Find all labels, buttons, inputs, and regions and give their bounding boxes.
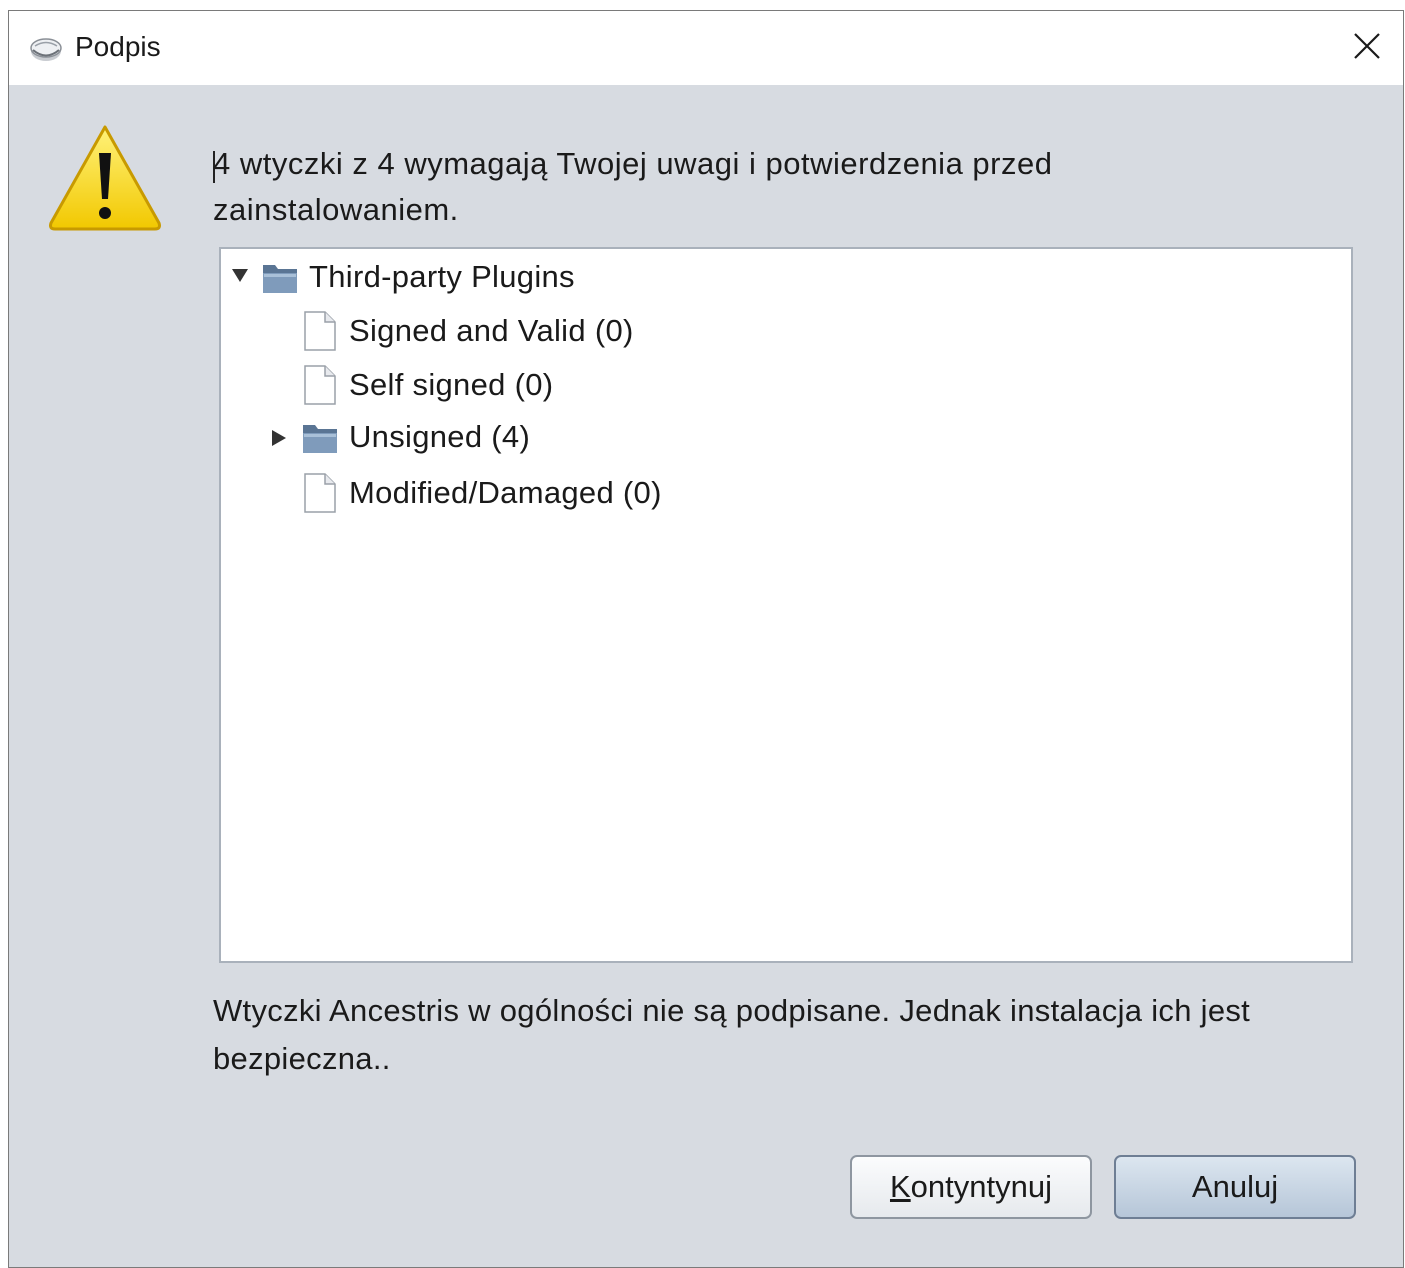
warning-icon	[47, 123, 163, 233]
tree-collapse-toggle[interactable]	[231, 267, 249, 288]
tree-node-modified-damaged[interactable]: Modified/Damaged (0)	[303, 473, 662, 513]
dialog-window: Podpis 4 wtyczki z 4 wymagają Twojej uwa…	[8, 10, 1404, 1268]
info-note: Wtyczki Ancestris w ogólności nie są pod…	[213, 993, 1251, 1076]
dialog-content: 4 wtyczki z 4 wymagają Twojej uwagi i po…	[9, 85, 1403, 1267]
file-icon	[303, 365, 337, 405]
folder-icon	[301, 419, 339, 455]
tree-node-label: Self signed (0)	[349, 367, 554, 402]
window-title: Podpis	[75, 31, 161, 62]
tree-expand-toggle[interactable]	[271, 429, 287, 452]
tree-node-root[interactable]: Third-party Plugins	[261, 259, 575, 295]
title-bar: Podpis	[9, 11, 1403, 85]
tree-node-self-signed[interactable]: Self signed (0)	[303, 365, 553, 405]
tree-node-unsigned[interactable]: Unsigned (4)	[301, 419, 530, 455]
plugin-tree[interactable]: Third-party Plugins Signed and Valid (0)	[219, 247, 1353, 963]
java-cup-icon	[29, 35, 63, 63]
dialog-message: 4 wtyczki z 4 wymagają Twojej uwagi i po…	[213, 146, 1053, 227]
folder-open-icon	[261, 259, 299, 295]
close-button[interactable]	[1331, 11, 1403, 85]
cancel-button[interactable]: Anuluj	[1114, 1155, 1356, 1219]
close-icon	[1353, 32, 1381, 65]
continue-mnemonic: K	[889, 1169, 911, 1204]
tree-node-signed-valid[interactable]: Signed and Valid (0)	[303, 311, 634, 351]
file-icon	[303, 473, 337, 513]
tree-node-label: Modified/Damaged (0)	[349, 475, 662, 510]
tree-node-label: Unsigned (4)	[349, 419, 531, 454]
continue-button[interactable]: Kontyntynuj	[850, 1155, 1092, 1219]
tree-node-label: Signed and Valid (0)	[349, 313, 634, 348]
continue-label: ontyntynuj	[910, 1169, 1052, 1204]
file-icon	[303, 311, 337, 351]
tree-node-label: Third-party Plugins	[309, 259, 575, 294]
